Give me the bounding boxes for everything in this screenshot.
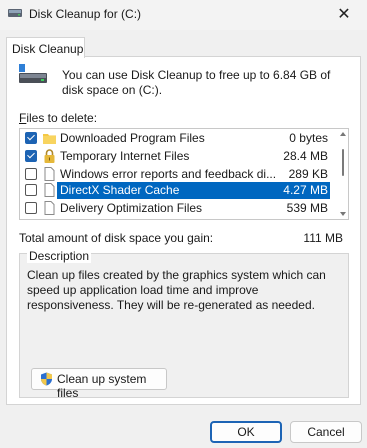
total-space-value: 111 MB (303, 231, 343, 245)
total-space-label: Total amount of disk space you gain: (19, 231, 214, 245)
item-name: Downloaded Program Files (60, 131, 205, 145)
close-icon: ✕ (337, 6, 351, 23)
checkbox[interactable] (25, 168, 37, 180)
uac-shield-icon (41, 372, 52, 386)
item-size: 289 KB (288, 167, 328, 181)
item-size: 0 bytes (289, 131, 328, 145)
close-button[interactable]: ✕ (321, 0, 367, 30)
item-size: 539 MB (286, 201, 328, 215)
item-name: Temporary Internet Files (60, 149, 190, 163)
disk-cleanup-app-icon (8, 9, 22, 17)
list-item[interactable]: Temporary Internet Files 28.4 MB (20, 148, 336, 165)
vertical-scrollbar[interactable] (337, 129, 348, 219)
list-item-selected[interactable]: DirectX Shader Cache 4.27 MB (20, 182, 336, 199)
item-size: 4.27 MB (283, 183, 328, 197)
title-bar: Disk Cleanup for (C:) ✕ (0, 0, 367, 30)
files-list[interactable]: Downloaded Program Files 0 bytes Tempora… (19, 128, 349, 220)
drive-icon (19, 64, 47, 83)
item-name: Delivery Optimization Files (60, 201, 203, 215)
checkbox[interactable] (25, 150, 37, 162)
item-name: Windows error reports and feedback di... (60, 167, 277, 181)
clean-up-system-files-button[interactable]: Clean up system files (31, 368, 167, 400)
window-title: Disk Cleanup for (C:) (29, 7, 142, 21)
list-item[interactable]: Windows error reports and feedback di...… (20, 166, 336, 183)
list-item[interactable]: Delivery Optimization Files 539 MB (20, 200, 336, 217)
intro-text: You can use Disk Cleanup to free up to 6… (62, 68, 331, 97)
files-label-rest: iles to delete: (26, 111, 98, 125)
ok-button[interactable]: OK (210, 421, 282, 443)
file-icon (44, 201, 55, 215)
description-text: Clean up files created by the graphics s… (27, 268, 326, 312)
file-icon (44, 183, 55, 197)
description-title: Description (27, 249, 92, 263)
tab-disk-cleanup[interactable]: Disk Cleanup (6, 37, 85, 58)
lock-icon (44, 149, 55, 163)
clean-up-system-files-label: Clean up system files (57, 372, 147, 400)
files-to-delete-label: Files to delete: (19, 111, 97, 125)
scroll-down-arrow-icon[interactable] (340, 212, 346, 216)
scroll-up-arrow-icon[interactable] (340, 132, 346, 136)
checkbox[interactable] (25, 202, 37, 214)
list-item[interactable]: Downloaded Program Files 0 bytes (20, 130, 336, 147)
item-size: 28.4 MB (283, 149, 328, 163)
scroll-thumb[interactable] (342, 149, 344, 176)
file-icon (44, 167, 55, 181)
folder-icon (43, 134, 56, 144)
tab-label: Disk Cleanup (12, 42, 84, 56)
checkbox[interactable] (25, 184, 37, 196)
checkbox[interactable] (25, 132, 37, 144)
cancel-button[interactable]: Cancel (290, 421, 362, 443)
